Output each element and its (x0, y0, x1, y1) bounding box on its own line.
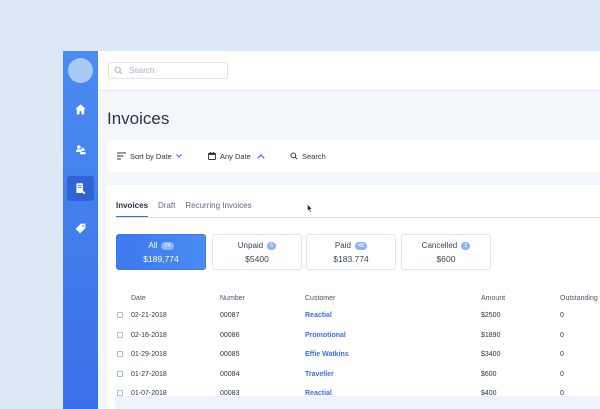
calendar-icon (208, 152, 216, 160)
sidebar (63, 51, 98, 409)
table-row[interactable]: 02-21-2018 00087 Reactial $2500 0 (107, 308, 600, 322)
row-date: 01-07-2018 (131, 389, 167, 397)
table-row[interactable]: 01-27-2018 00084 Traveller $600 0 (107, 367, 600, 381)
table-row[interactable]: 01-07-2018 00083 Reactial $400 0 (107, 386, 600, 400)
table-search-button[interactable]: Search (290, 149, 326, 163)
row-outstanding: 0 (560, 350, 564, 358)
row-number: 00084 (220, 370, 240, 378)
row-outstanding: 0 (560, 331, 564, 339)
row-date: 02-16-2018 (131, 331, 167, 339)
row-amount: $600 (481, 370, 497, 378)
stat-label: All (148, 241, 158, 250)
table-header: Date Number Customer Amount Outstanding (107, 291, 600, 305)
row-checkbox[interactable] (117, 332, 123, 338)
table-search-label: Search (302, 151, 326, 161)
stat-paid[interactable]: Paid 48 $183.774 (306, 234, 396, 270)
row-customer-link[interactable]: Reactial (305, 312, 332, 319)
app-window: Invoices Sort by Date Any Date (63, 51, 600, 409)
invoices-card: Invoices Draft Recurring Invoices All 74 … (107, 185, 600, 409)
sidebar-item-users[interactable] (67, 137, 94, 162)
column-header-number[interactable]: Number (220, 295, 245, 302)
row-number: 00085 (220, 350, 240, 358)
sort-label: Sort by Date (130, 151, 172, 161)
row-date: 01-27-2018 (131, 370, 167, 378)
table-row[interactable]: 02-16-2018 00086 Promotional $1890 0 (107, 328, 600, 342)
stat-amount: $600 (436, 254, 456, 264)
topbar (98, 51, 600, 91)
stat-label: Paid (334, 241, 351, 250)
tag-icon (75, 223, 86, 234)
home-icon (75, 104, 86, 115)
stat-amount: $183.774 (333, 254, 369, 264)
row-number: 00086 (220, 331, 240, 339)
column-header-amount[interactable]: Amount (481, 295, 505, 302)
search-icon (290, 152, 298, 160)
count-badge: 48 (354, 241, 368, 250)
global-search[interactable] (108, 62, 228, 79)
column-header-customer[interactable]: Customer (305, 295, 335, 302)
tab-bar: Invoices Draft Recurring Invoices (116, 201, 262, 217)
row-checkbox[interactable] (117, 390, 123, 396)
mouse-cursor-icon (307, 204, 313, 213)
row-customer-link[interactable]: Traveller (305, 371, 334, 378)
filter-bar: Sort by Date Any Date Search (107, 140, 600, 172)
users-icon (76, 145, 86, 155)
row-customer-link[interactable]: Effie Watkins (305, 351, 349, 358)
invoice-icon (76, 183, 86, 195)
row-checkbox[interactable] (117, 351, 123, 357)
stat-label: Cancelled (421, 241, 458, 250)
row-checkbox[interactable] (117, 371, 123, 377)
stat-all[interactable]: All 74 $189,774 (116, 234, 206, 270)
tab-recurring-invoices[interactable]: Recurring Invoices (185, 201, 251, 217)
stat-amount: $5400 (245, 254, 269, 264)
sort-icon (117, 152, 126, 160)
tab-draft[interactable]: Draft (158, 201, 175, 217)
row-customer-link[interactable]: Reactial (305, 390, 332, 397)
row-amount: $1890 (481, 331, 501, 339)
row-outstanding: 0 (560, 370, 564, 378)
search-input[interactable] (129, 66, 224, 75)
date-label: Any Date (220, 151, 251, 161)
count-badge: 74 (161, 241, 174, 250)
stat-amount: $189,774 (143, 254, 179, 264)
stat-unpaid[interactable]: Unpaid 6 $5400 (212, 234, 302, 270)
stat-cancelled[interactable]: Cancelled 2 $600 (401, 234, 491, 270)
tab-divider (116, 217, 600, 218)
row-number: 00083 (220, 389, 240, 397)
row-customer-link[interactable]: Promotional (305, 332, 346, 339)
row-date: 02-21-2018 (131, 311, 167, 319)
row-outstanding: 0 (560, 311, 564, 319)
row-amount: $400 (481, 389, 497, 397)
sort-dropdown[interactable]: Sort by Date (117, 149, 186, 163)
row-number: 00087 (220, 311, 240, 319)
sidebar-item-invoices[interactable] (67, 176, 94, 201)
chevron-up-icon (257, 153, 265, 159)
count-badge: 6 (267, 241, 277, 250)
chevron-down-icon (175, 154, 182, 158)
row-date: 01-29-2018 (131, 350, 167, 358)
column-header-date[interactable]: Date (131, 295, 146, 302)
search-icon (114, 66, 123, 75)
avatar[interactable] (68, 58, 93, 83)
sidebar-item-tags[interactable] (67, 216, 94, 241)
stat-label: Unpaid (237, 241, 264, 250)
page-title: Invoices (107, 109, 170, 128)
row-amount: $3400 (481, 350, 501, 358)
count-badge: 2 (461, 241, 471, 250)
tab-invoices[interactable]: Invoices (116, 201, 149, 217)
table-row[interactable]: 01-29-2018 00085 Effie Watkins $3400 0 (107, 347, 600, 361)
row-outstanding: 0 (560, 389, 564, 397)
row-amount: $2500 (481, 311, 501, 319)
date-dropdown[interactable]: Any Date (208, 149, 269, 163)
column-header-outstanding[interactable]: Outstanding (560, 295, 598, 302)
row-checkbox[interactable] (117, 312, 123, 318)
sidebar-item-home[interactable] (67, 97, 94, 122)
